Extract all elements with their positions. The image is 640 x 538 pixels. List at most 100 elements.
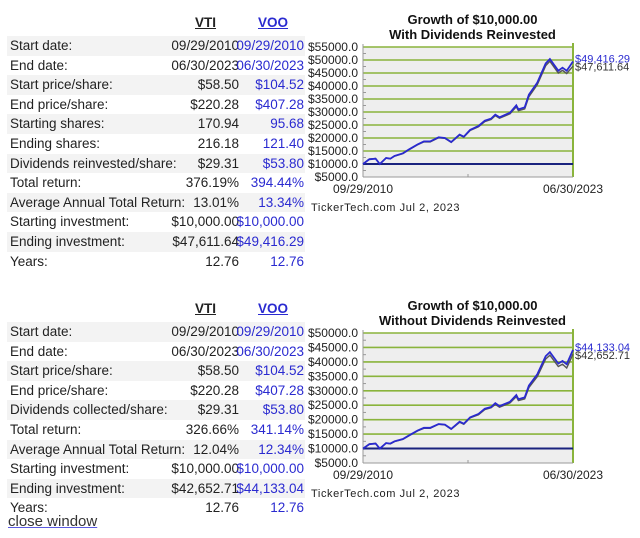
vti-value: 06/30/2023 [171,343,239,359]
row-label: Total return: [10,175,82,191]
y-tick-label: $30000.0 [308,105,358,119]
x-start-label: 09/29/2010 [333,468,393,482]
table-row: Start price/share: $58.50 $104.52 [7,75,305,95]
y-tick-label: $45000.0 [308,340,358,354]
row-label: Ending shares: [10,135,101,151]
vti-value: 326.66% [185,421,239,437]
vti-value: 12.76 [205,500,239,516]
vti-value: $220.28 [190,96,239,112]
voo-value: 394.44% [250,175,304,191]
voo-value: 13.34% [258,194,304,210]
chart-svg: $50000.0$45000.0$40000.0$35000.0$30000.0… [308,326,630,500]
y-tick-label: $35000.0 [308,92,358,106]
vti-value: $29.31 [197,155,239,171]
table-row: Start price/share: $58.50 $104.52 [7,361,305,381]
row-label: Years: [10,253,48,269]
voo-value: 12.76 [270,500,304,516]
y-tick-label: $50000.0 [308,326,358,340]
table-row: Dividends collected/share: $29.31 $53.80 [7,400,305,420]
vti-header-link[interactable]: VTI [195,15,216,30]
row-label: Start price/share: [10,77,113,93]
growth-chart-without-dividends: Growth of $10,000.00 Without Dividends R… [305,296,640,511]
table-row: Total return: 326.66% 341.14% [7,420,305,440]
vti-value: $58.50 [197,363,239,379]
row-label: Ending investment: [10,233,125,249]
voo-value: $104.52 [255,77,304,93]
vti-value: 13.01% [193,194,239,210]
vti-value: $58.50 [197,77,239,93]
voo-value: 12.76 [270,253,304,269]
vti-value: $47,611.64 [172,233,239,249]
voo-value: $407.28 [255,382,304,398]
vti-value: 376.19% [185,175,239,191]
table-row: Dividends reinvested/share: $29.31 $53.80 [7,153,305,174]
table-row: Ending investment: $47,611.64 $49,416.29 [7,231,305,252]
vti-value: 09/29/2010 [171,38,239,53]
voo-value: $407.28 [255,96,304,112]
row-label: End date: [10,343,68,359]
vti-value: $29.31 [197,402,239,418]
y-tick-label: $30000.0 [308,384,358,398]
voo-value: $44,133.04 [236,480,304,496]
growth-chart-with-dividends: Growth of $10,000.00 With Dividends Rein… [305,10,640,225]
y-tick-label: $35000.0 [308,369,358,383]
table-row: Average Annual Total Return: 12.04% 12.34% [7,439,305,460]
y-tick-label: $20000.0 [308,131,358,145]
chart-svg: $55000.0$50000.0$45000.0$40000.0$35000.0… [308,40,630,214]
y-tick-label: $25000.0 [308,398,358,412]
y-tick-label: $10000.0 [308,442,358,456]
vti-value: 170.94 [197,116,239,132]
y-tick-label: $25000.0 [308,118,358,132]
table-row: Total return: 376.19% 394.44% [7,173,305,193]
row-label: End price/share: [10,96,109,112]
y-tick-label: $40000.0 [308,355,358,369]
voo-value: 95.68 [270,116,304,132]
table-row: End date: 06/30/2023 06/30/2023 [7,56,305,76]
y-tick-label: $20000.0 [308,413,358,427]
chart-footer: TickerTech.com Jul 2, 2023 [311,488,460,500]
voo-value: $10,000.00 [236,214,304,230]
voo-value: $10,000.00 [236,461,304,477]
table-row: Ending investment: $42,652.71 $44,133.04 [7,478,305,499]
table-row: Starting shares: 170.94 95.68 [7,114,305,134]
voo-value: $104.52 [255,363,304,379]
vti-value: 09/29/2010 [171,324,239,339]
y-tick-label: $50000.0 [308,53,358,67]
table-header: VTI VOO [7,298,305,322]
y-tick-label: $15000.0 [308,427,358,441]
voo-header-link[interactable]: VOO [258,15,288,30]
row-label: Average Annual Total Return: [10,441,186,457]
row-label: End price/share: [10,382,109,398]
voo-value: 06/30/2023 [236,343,304,359]
y-tick-label: $45000.0 [308,66,358,80]
close-window-link[interactable]: close window [8,513,97,530]
row-label: Starting shares: [10,116,105,132]
table-row: Average Annual Total Return: 13.01% 13.34% [7,192,305,213]
x-end-label: 06/30/2023 [543,182,603,196]
voo-value: $53.80 [262,155,304,171]
end-label-vti: $47,611.64 [575,62,629,74]
vti-value: $10,000.00 [171,461,239,477]
vti-header-link[interactable]: VTI [195,301,216,316]
voo-value: 09/29/2010 [236,324,304,339]
y-tick-label: $40000.0 [308,79,358,93]
vti-value: 12.04% [193,441,239,457]
row-label: Starting investment: [10,214,130,230]
voo-value: 06/30/2023 [236,57,304,73]
table-row: Start date: 09/29/2010 09/29/2010 [7,322,305,342]
table-row: Ending shares: 216.18 121.40 [7,134,305,154]
table-header: VTI VOO [7,12,305,36]
row-label: Ending investment: [10,480,125,496]
x-end-label: 06/30/2023 [543,468,603,482]
voo-header-link[interactable]: VOO [258,301,288,316]
x-start-label: 09/29/2010 [333,182,393,196]
voo-value: 12.34% [258,441,304,457]
row-label: Dividends reinvested/share: [10,155,177,171]
results-table-without-dividends: VTI VOO Start date: 09/29/2010 09/29/2010 E… [7,298,305,518]
voo-value: $53.80 [262,402,304,418]
table-row: Start date: 09/29/2010 09/29/2010 [7,36,305,56]
table-row: Starting investment: $10,000.00 $10,000.00 [7,459,305,479]
voo-value: 09/29/2010 [236,38,304,53]
table-row: End price/share: $220.28 $407.28 [7,381,305,401]
row-label: End date: [10,57,68,73]
